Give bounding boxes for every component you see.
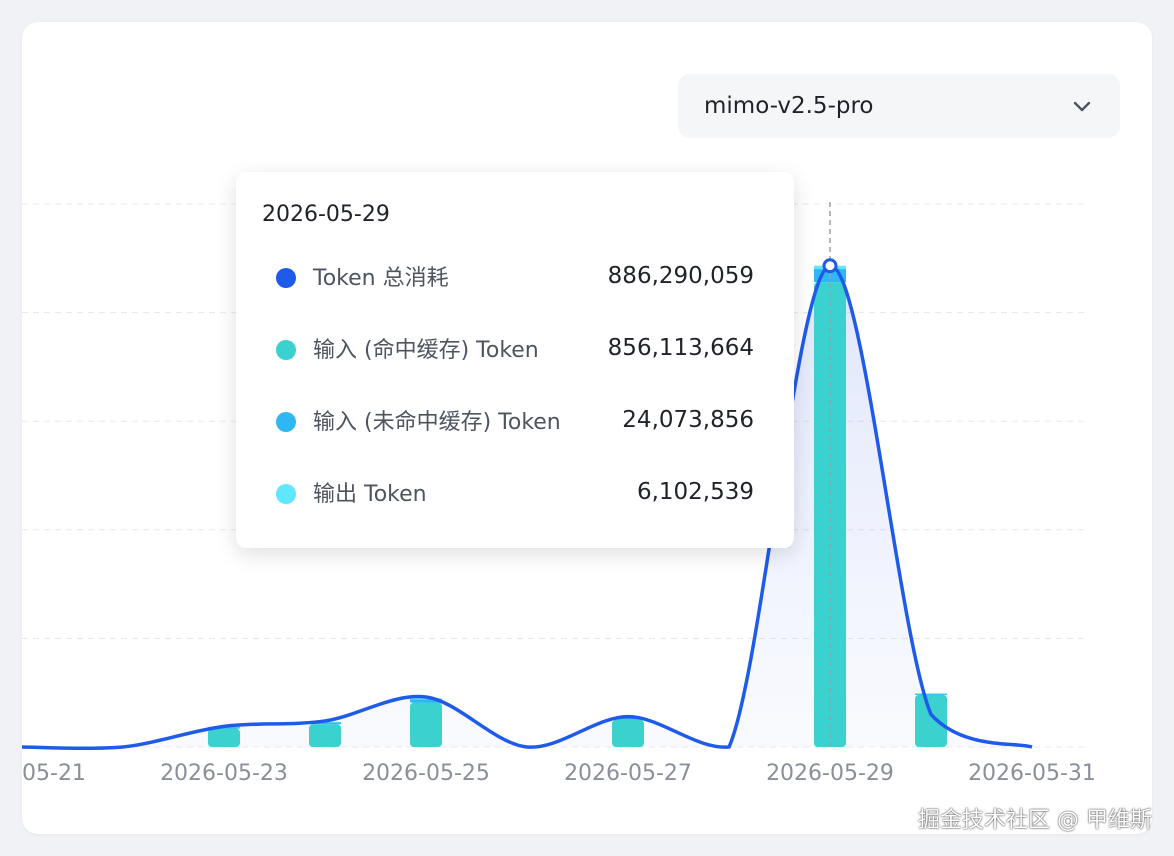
tooltip-row-cache-hit: 输入 (命中缓存) Token 856,113,664 (276, 332, 754, 366)
x-tick-label: 2026-05-21 (22, 761, 86, 786)
model-select[interactable]: mimo-v2.5-pro (678, 74, 1120, 138)
x-tick-label: 2026-05-31 (968, 761, 1096, 786)
bar-cache-hit-2026-05-27[interactable] (612, 719, 644, 747)
tooltip-value: 886,290,059 (607, 263, 754, 289)
tooltip-label: Token 总消耗 (313, 266, 449, 291)
chevron-down-icon (1073, 101, 1091, 112)
tooltip-date: 2026-05-29 (262, 202, 390, 227)
tooltip-value: 856,113,664 (607, 335, 754, 361)
bar-cache-hit-2026-05-23[interactable] (208, 728, 240, 747)
x-tick-label: 2026-05-23 (160, 761, 288, 786)
bar-cache-hit-2026-05-25[interactable] (410, 702, 442, 747)
tooltip-row-output: 输出 Token 6,102,539 (276, 476, 754, 510)
bar-cache-miss-2026-05-30[interactable] (915, 693, 947, 695)
usage-chart-card: 2026-05-21 2026-05-23 2026-05-25 2026-05-27… (22, 22, 1152, 834)
tooltip-label: 输入 (命中缓存) Token (313, 338, 539, 363)
legend-dot-cache-miss (276, 412, 296, 432)
bar-cache-hit-2026-05-30[interactable] (915, 694, 947, 747)
x-tick-label: 2026-05-27 (564, 761, 692, 786)
hover-point (822, 258, 838, 274)
legend-dot-cache-hit (276, 340, 296, 360)
tooltip-value: 6,102,539 (636, 479, 754, 505)
x-tick-label: 2026-05-25 (362, 761, 490, 786)
legend-dot-output (276, 484, 296, 504)
tooltip-value: 24,073,856 (622, 407, 754, 433)
x-tick-label: 2026-05-29 (766, 761, 894, 786)
bar-cache-hit-2026-05-29[interactable] (814, 282, 846, 747)
bar-cache-hit-2026-05-24[interactable] (309, 724, 341, 747)
bar-output-2026-05-30[interactable] (915, 693, 947, 694)
model-select-value: mimo-v2.5-pro (704, 93, 874, 119)
tooltip-row-cache-miss: 输入 (未命中缓存) Token 24,073,856 (276, 404, 754, 438)
tooltip-label: 输入 (未命中缓存) Token (313, 410, 561, 435)
tooltip-label: 输出 Token (313, 482, 427, 507)
legend-dot-total (276, 268, 296, 288)
tooltip-row-total: Token 总消耗 886,290,059 (276, 260, 754, 294)
watermark: 掘金技术社区 @ 甲维斯 (918, 808, 1152, 833)
chart-tooltip: 2026-05-29 Token 总消耗 886,290,059 输入 (命中缓… (236, 172, 794, 548)
